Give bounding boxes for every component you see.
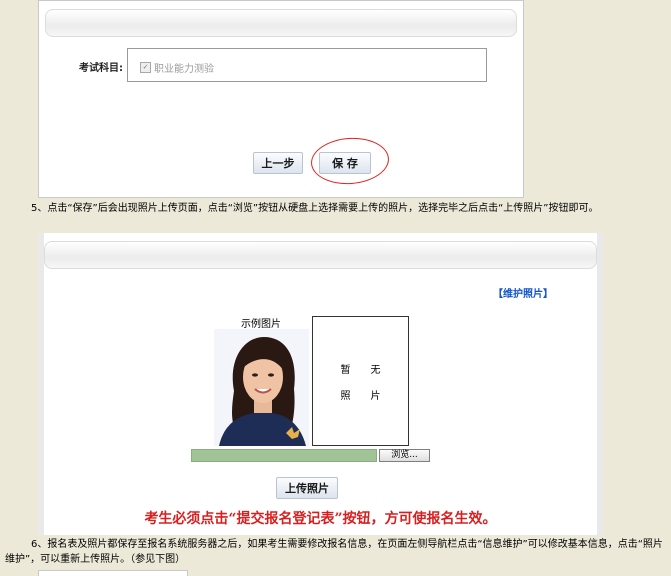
- no-photo-text-1: 暂无: [340, 365, 401, 376]
- subject-option[interactable]: ✓ 职业能力测验: [140, 60, 214, 75]
- form-screenshot-top: 考试科目: ✓ 职业能力测验 上一步 保 存: [38, 0, 524, 198]
- panel-left-edge: [38, 233, 44, 535]
- checkbox-icon[interactable]: ✓: [140, 62, 151, 73]
- panel-header-strip: [44, 241, 597, 269]
- instruction-step-6: 6、报名表及照片都保存至报名系统服务器之后，如果考生需要修改报名信息，在页面左侧…: [5, 539, 663, 565]
- panel-right-edge: [597, 233, 603, 535]
- upload-photo-button[interactable]: 上传照片: [276, 477, 338, 499]
- sample-photo: [214, 329, 309, 446]
- instruction-step-5: 5、点击“保存”后会出现照片上传页面，点击“浏览”按钮从硬盘上选择需要上传的照片…: [31, 203, 599, 214]
- submit-notice: 考生必须点击“提交报名登记表”按钮，方可使报名生效。: [144, 511, 497, 527]
- subject-label: 考试科目:: [79, 63, 123, 74]
- sample-photo-label: 示例图片: [241, 319, 281, 330]
- prev-step-button[interactable]: 上一步: [253, 152, 303, 174]
- browse-button[interactable]: 浏览...: [379, 449, 430, 462]
- panel-header-strip: [45, 9, 517, 37]
- uploaded-photo-placeholder: 暂无 照片: [312, 316, 409, 446]
- highlight-circle: [309, 135, 391, 187]
- photo-upload-screenshot: 【维护照片】 示例图片 暂无 照片 浏览... 上传照片 考生必须点击“提交报名…: [38, 233, 603, 535]
- subject-field: ✓ 职业能力测验: [127, 48, 487, 82]
- next-screenshot-edge: [38, 570, 188, 576]
- sample-portrait-image: [214, 329, 309, 446]
- subject-option-label: 职业能力测验: [154, 64, 214, 75]
- maintain-photo-link[interactable]: 【维护照片】: [493, 285, 553, 300]
- file-path-input[interactable]: [191, 449, 377, 462]
- no-photo-text-2: 照片: [340, 391, 401, 402]
